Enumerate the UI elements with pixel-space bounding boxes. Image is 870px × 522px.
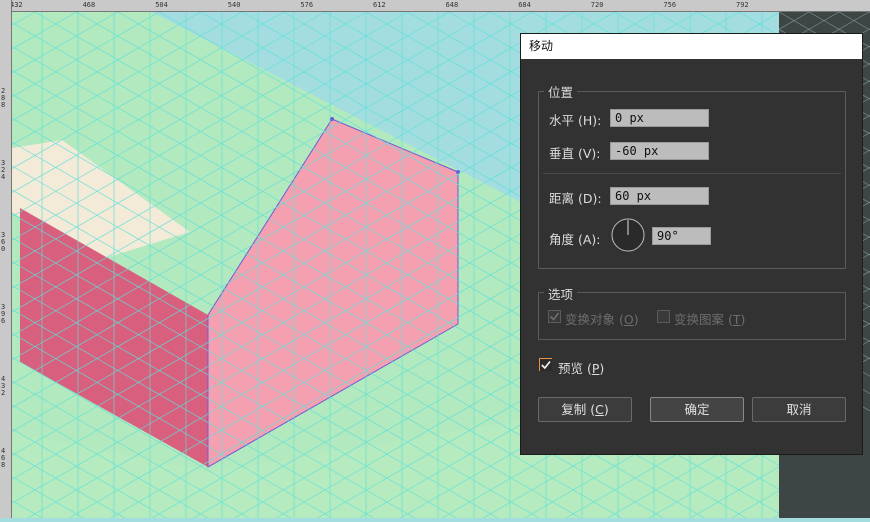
ruler-tick-label: 540 — [227, 1, 241, 9]
ruler-tick-label: 504 — [155, 1, 168, 9]
distance-input[interactable]: 60 px — [610, 187, 709, 205]
ruler-tick-label: 684 — [518, 1, 531, 9]
ruler-tick-label: 288 — [1, 87, 6, 109]
transform-objects-checkbox[interactable] — [548, 310, 561, 323]
dialog-title[interactable]: 移动 — [521, 34, 862, 59]
options-group-label: 选项 — [544, 284, 578, 303]
horizontal-input[interactable]: 0 px — [610, 109, 709, 127]
distance-label: 距离 (D): — [549, 191, 602, 206]
position-separator — [543, 173, 841, 174]
horizontal-label: 水平 (H): — [549, 113, 602, 128]
ruler-tick-label: 396 — [1, 303, 6, 325]
horizontal-ruler[interactable]: 432 468 504 540 576 612 648 684 720 756 792 — [0, 0, 870, 12]
angle-input[interactable]: 90° — [652, 227, 711, 245]
vertical-label: 垂直 (V): — [549, 146, 601, 161]
angle-dial[interactable] — [610, 217, 646, 253]
ruler-tick-label: 432 — [1, 375, 6, 397]
preview-checkbox[interactable] — [539, 358, 552, 371]
transform-objects-label: 变换对象 (O) — [565, 312, 639, 327]
preview-label: 预览 (P) — [558, 361, 605, 376]
angle-label: 角度 (A): — [549, 232, 601, 247]
vertical-input[interactable]: -60 px — [610, 142, 709, 160]
copy-button[interactable]: 复制 (C) — [538, 397, 632, 422]
ruler-tick-label: 720 — [590, 1, 604, 9]
transform-patterns-label: 变换图案 (T) — [674, 312, 746, 327]
position-group-label: 位置 — [544, 82, 578, 101]
anchor-point[interactable] — [330, 117, 334, 121]
ruler-tick-label: 756 — [663, 1, 677, 9]
move-dialog: 移动 位置 水平 (H): 0 px 垂直 (V): -60 px 距离 (D)… — [520, 33, 863, 455]
ruler-tick-label: 792 — [736, 1, 749, 9]
ruler-tick-label: 360 — [1, 231, 6, 253]
cancel-button[interactable]: 取消 — [752, 397, 846, 422]
ruler-tick-label: 468 — [82, 1, 96, 9]
ruler-tick-label: 648 — [445, 1, 459, 9]
vertical-ruler[interactable]: 288 324 360 396 432 468 — [0, 0, 12, 518]
ruler-tick-label: 612 — [373, 1, 386, 9]
ruler-tick-label: 576 — [300, 1, 314, 9]
transform-patterns-checkbox[interactable] — [657, 310, 670, 323]
ruler-tick-label: 324 — [1, 159, 6, 181]
ok-button[interactable]: 确定 — [650, 397, 744, 422]
ruler-tick-label: 468 — [1, 447, 6, 469]
